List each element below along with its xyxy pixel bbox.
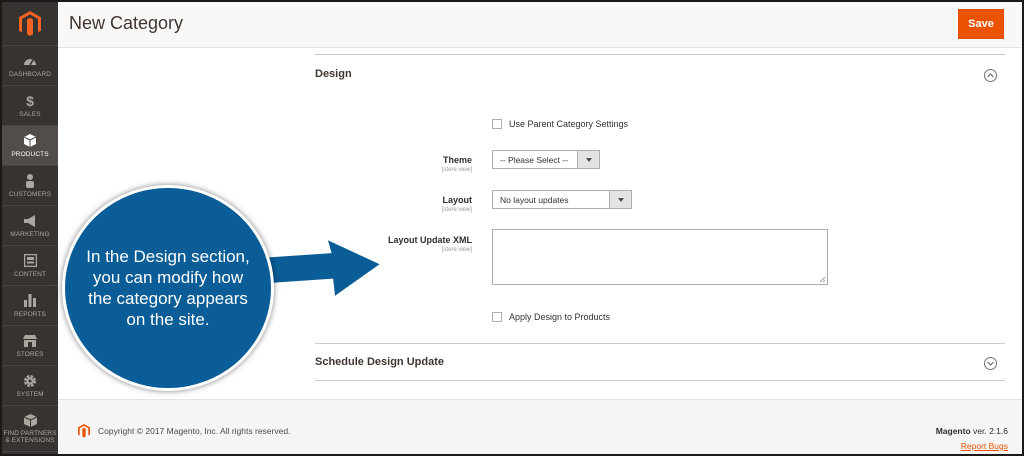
sidebar-item-customers[interactable]: CUSTOMERS: [2, 166, 58, 206]
storefront-icon: [22, 334, 38, 348]
schedule-section-title[interactable]: Schedule Design Update: [315, 356, 444, 368]
chevron-down-icon: [609, 191, 631, 208]
magento-logo-icon: [19, 10, 41, 36]
sidebar-item-dashboard[interactable]: DASHBOARD: [2, 46, 58, 86]
browser-frame: DASHBOARD $ SALES PRODUCTS CUSTOMERS MAR…: [0, 0, 1024, 456]
theme-select-value: -- Please Select --: [500, 154, 569, 165]
version-number: ver. 2.1.6: [970, 426, 1008, 436]
layout-label: Layout: [442, 195, 472, 205]
speedometer-icon: [22, 54, 38, 68]
use-parent-label: Use Parent Category Settings: [509, 119, 629, 129]
sidebar-item-products[interactable]: PRODUCTS: [2, 126, 58, 166]
theme-select[interactable]: -- Please Select --: [492, 150, 600, 169]
brand-name: Magento: [935, 426, 971, 436]
section-divider: [315, 343, 1005, 344]
sidebar-item-content[interactable]: CONTENT: [2, 246, 58, 286]
megaphone-icon: [22, 214, 38, 228]
theme-label: Theme: [442, 155, 472, 165]
copyright-text: Copyright © 2017 Magento, Inc. All right…: [98, 426, 291, 436]
admin-sidebar: DASHBOARD $ SALES PRODUCTS CUSTOMERS MAR…: [2, 2, 58, 454]
section-divider: [315, 380, 1005, 381]
person-icon: [22, 173, 38, 188]
sidebar-item-reports[interactable]: REPORTS: [2, 286, 58, 326]
bar-chart-icon: [22, 294, 38, 308]
layout-select[interactable]: No layout updates: [492, 190, 632, 209]
sidebar-item-label: CUSTOMERS: [8, 190, 52, 198]
sidebar-item-sales[interactable]: $ SALES: [2, 86, 58, 126]
design-section-title[interactable]: Design: [315, 68, 352, 80]
report-bugs-link[interactable]: Report Bugs: [961, 441, 1008, 451]
collapse-icon[interactable]: [984, 69, 997, 82]
section-divider: [315, 54, 1005, 55]
layout-xml-label: Layout Update XML: [387, 235, 472, 245]
dollar-icon: $: [26, 92, 34, 109]
sidebar-item-label: CONTENT: [13, 270, 47, 278]
sidebar-item-partners[interactable]: FIND PARTNERS & EXTENSIONS: [2, 406, 58, 452]
magento-footer-logo-icon: [78, 424, 90, 438]
layout-xml-textarea[interactable]: [492, 229, 828, 285]
sidebar-item-system[interactable]: SYSTEM: [2, 366, 58, 406]
sidebar-item-label: REPORTS: [13, 310, 46, 318]
layout-icon: [22, 254, 38, 268]
sidebar-item-label: SYSTEM: [16, 390, 44, 398]
sidebar-item-stores[interactable]: STORES: [2, 326, 58, 366]
sidebar-item-label: SALES: [19, 110, 41, 118]
version-text: Magento ver. 2.1.6: [936, 426, 1008, 436]
sidebar-item-label: FIND PARTNERS & EXTENSIONS: [3, 430, 57, 444]
page-header: New Category Save: [58, 2, 1022, 48]
layout-scope: [store view]: [441, 207, 472, 213]
layout-select-value: No layout updates: [500, 194, 569, 205]
callout-text: In the Design section, you can modify ho…: [86, 247, 250, 329]
page-title: New Category: [69, 13, 184, 33]
sidebar-item-label: DASHBOARD: [8, 70, 52, 78]
box-icon: [22, 413, 38, 427]
chevron-down-icon: [577, 151, 599, 168]
use-parent-checkbox[interactable]: [492, 119, 502, 129]
apply-design-label: Apply Design to Products: [509, 312, 611, 322]
layout-xml-scope: [store view]: [441, 247, 472, 253]
cube-icon: [22, 134, 38, 148]
theme-scope: [store view]: [441, 167, 472, 173]
expand-icon[interactable]: [984, 357, 997, 370]
sidebar-item-label: PRODUCTS: [11, 150, 49, 158]
apply-design-checkbox[interactable]: [492, 312, 502, 322]
magento-logo[interactable]: [2, 2, 58, 46]
save-button[interactable]: Save: [958, 9, 1004, 39]
sidebar-item-marketing[interactable]: MARKETING: [2, 206, 58, 246]
tutorial-callout: In the Design section, you can modify ho…: [62, 185, 274, 391]
resize-grip-icon[interactable]: [819, 276, 826, 283]
sidebar-item-label: MARKETING: [10, 230, 50, 238]
page-footer: Copyright © 2017 Magento, Inc. All right…: [58, 399, 1022, 454]
sidebar-item-label: STORES: [16, 350, 44, 358]
gear-icon: [22, 374, 38, 388]
